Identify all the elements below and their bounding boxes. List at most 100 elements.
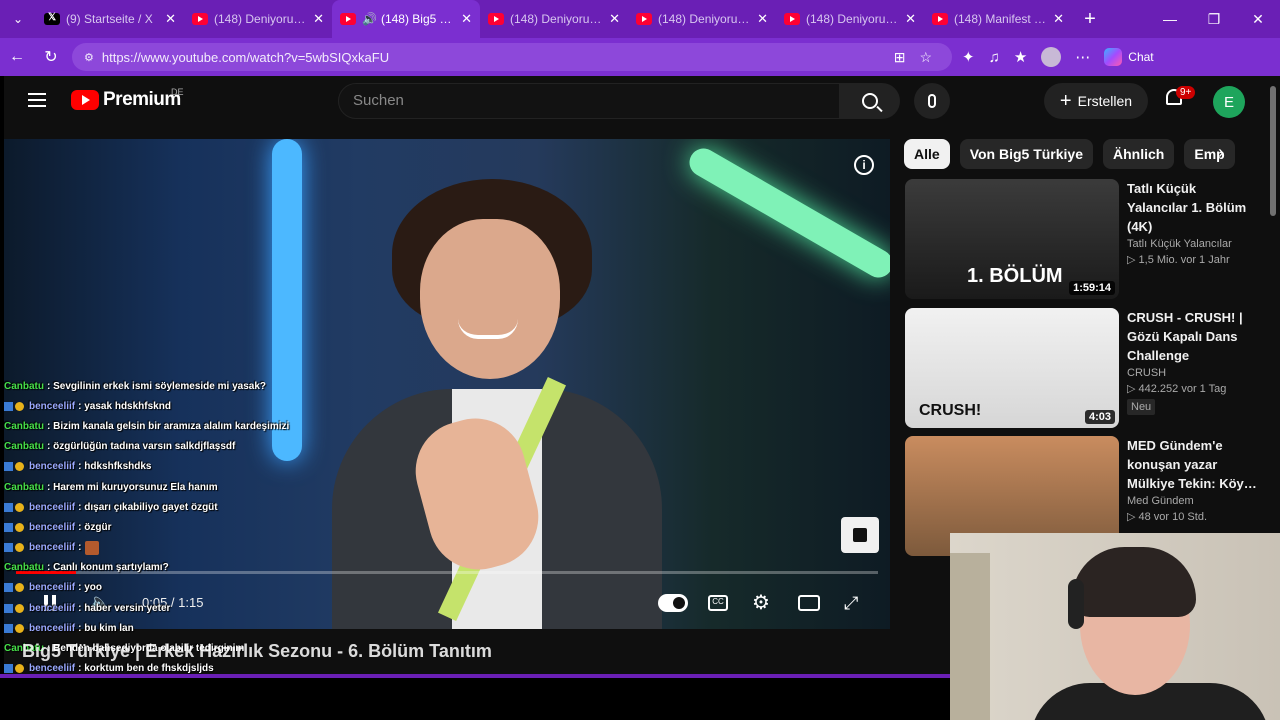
- close-tab-icon[interactable]: ✕: [313, 11, 324, 27]
- tab-2[interactable]: 🔊 (148) Big5 Türk ✕: [332, 0, 480, 38]
- filter-chip[interactable]: Von Big5 Türkiye: [959, 139, 1094, 169]
- extensions-icon[interactable]: ✦: [962, 48, 975, 66]
- back-icon[interactable]: ←: [0, 48, 34, 66]
- chat-text: : özgürlüğün tadına varsın salkdjflaşsdf: [47, 441, 236, 453]
- settings-gear-icon[interactable]: ⚙: [752, 585, 770, 621]
- site-info-icon[interactable]: ⚙: [84, 51, 94, 64]
- favorites-icon[interactable]: ★: [1014, 48, 1027, 66]
- close-tab-icon[interactable]: ✕: [461, 11, 472, 27]
- more-icon[interactable]: ⋯: [1075, 48, 1090, 66]
- subtitles-icon[interactable]: CC: [708, 595, 728, 611]
- minimize-icon[interactable]: —: [1148, 11, 1192, 27]
- chat-text: : bu kim lan: [78, 622, 134, 634]
- close-tab-icon[interactable]: ✕: [165, 11, 176, 27]
- badge-icon: [15, 583, 24, 593]
- tab-title: (148) Big5 Türk: [380, 12, 458, 26]
- microphone-icon: [928, 94, 936, 108]
- info-icon[interactable]: i: [854, 155, 874, 175]
- channel-name[interactable]: Med Gündem: [1127, 495, 1257, 507]
- tab-3[interactable]: (148) Deniyorum, a ✕: [480, 0, 628, 38]
- headphones: [1068, 579, 1084, 629]
- new-badge: Neu: [1127, 399, 1156, 415]
- audio-playing-icon[interactable]: 🔊: [362, 12, 377, 26]
- badge-icon: [15, 522, 24, 532]
- badge-icon: [4, 543, 13, 553]
- chat-text: : yasak hdskhfsknd: [78, 400, 171, 412]
- app-install-icon[interactable]: ⊞: [894, 49, 906, 66]
- channel-name[interactable]: CRUSH: [1127, 367, 1257, 379]
- badge-icon: [15, 543, 24, 553]
- tab-actions-menu-icon[interactable]: ⌄: [0, 0, 36, 38]
- search-input[interactable]: Suchen: [338, 83, 840, 119]
- chat-message: Canbatu: Sevgilinin erkek ismi söylemesi…: [4, 376, 334, 396]
- chat-text: : yoo: [78, 582, 103, 594]
- account-avatar[interactable]: E: [1213, 86, 1245, 118]
- youtube-icon: [932, 13, 948, 25]
- filter-chip[interactable]: Ähnlich: [1103, 139, 1175, 169]
- chat-username: Canbatu: [4, 562, 44, 574]
- close-tab-icon[interactable]: ✕: [757, 11, 768, 27]
- chat-text: : Bizim kanala gelsin bir aramıza alalım…: [47, 420, 290, 432]
- video-thumbnail[interactable]: 1. BÖLÜM 1:59:14: [905, 179, 1119, 299]
- recommendation-title[interactable]: CRUSH - CRUSH! | Gözü Kapalı Dans Challe…: [1127, 308, 1257, 365]
- tab-1[interactable]: (148) Deniyorum, a ✕: [184, 0, 332, 38]
- chat-message: benceeliif: yasak hdskhfsknd: [4, 396, 334, 416]
- tab-4[interactable]: (148) Deniyorum, a ✕: [628, 0, 776, 38]
- youtube-logo[interactable]: Premium DE: [71, 87, 184, 111]
- notification-badge: 9+: [1176, 86, 1196, 99]
- video-thumbnail[interactable]: CRUSH! 4:03: [905, 308, 1119, 428]
- tab-title: (148) Deniyorum, a: [806, 12, 902, 26]
- url-text: https://www.youtube.com/watch?v=5wbSIQxk…: [101, 49, 390, 65]
- profile-avatar[interactable]: [1041, 47, 1062, 67]
- tab-0[interactable]: 𝕏 (9) Startseite / X ✕: [36, 0, 184, 38]
- close-window-icon[interactable]: ✕: [1236, 11, 1280, 28]
- channel-name[interactable]: Tatlı Küçük Yalancılar: [1127, 238, 1257, 250]
- chat-username: benceeliif: [29, 622, 76, 634]
- theater-mode-icon[interactable]: [798, 595, 820, 611]
- badge-icon: [15, 462, 24, 472]
- chat-username: benceeliif: [29, 461, 76, 473]
- close-tab-icon[interactable]: ✕: [609, 11, 620, 27]
- tab-title: (148) Deniyorum, a: [214, 12, 310, 26]
- refresh-icon[interactable]: ↻: [34, 47, 68, 67]
- save-video-button[interactable]: [841, 517, 879, 553]
- close-tab-icon[interactable]: ✕: [905, 11, 916, 27]
- close-tab-icon[interactable]: ✕: [1053, 11, 1064, 27]
- chat-message: benceeliif: hdkshfkshdks: [4, 457, 334, 477]
- chat-emote-icon: [85, 540, 100, 555]
- maximize-icon[interactable]: ❐: [1192, 11, 1236, 28]
- filter-chip[interactable]: Alle: [904, 139, 950, 169]
- filter-chip[interactable]: Emp: [1184, 139, 1235, 169]
- fullscreen-icon[interactable]: ⤢: [844, 585, 858, 621]
- url-field[interactable]: ⚙ https://www.youtube.com/watch?v=5wbSIQ…: [72, 43, 952, 71]
- copilot-icon: [1104, 48, 1123, 66]
- copilot-chat-button[interactable]: Chat: [1104, 48, 1154, 66]
- recommendation-item[interactable]: 1. BÖLÜM 1:59:14 Tatlı Küçük Yalancılar 1.…: [905, 179, 1265, 301]
- voice-search-button[interactable]: [914, 83, 950, 119]
- chat-message: benceeliif: haber versin yeter: [4, 598, 334, 618]
- youtube-icon: [192, 13, 208, 25]
- chat-message: benceeliif: dışarı çıkabiliyo gayet özgü…: [4, 497, 334, 517]
- notifications-button[interactable]: 9+: [1164, 86, 1196, 111]
- tab-title: (148) Deniyorum, a: [510, 12, 606, 26]
- search-button[interactable]: [840, 83, 900, 119]
- media-icon[interactable]: ♫: [989, 49, 1000, 66]
- chevron-right-icon[interactable]: ›: [1218, 142, 1224, 163]
- video-duration: 4:03: [1084, 410, 1115, 424]
- chat-label: Chat: [1128, 50, 1154, 64]
- window-controls: — ❐ ✕: [1148, 0, 1280, 38]
- new-tab-button[interactable]: +: [1072, 8, 1108, 31]
- chat-text: : Sevgilinin erkek ismi söylemeside mi y…: [47, 380, 266, 392]
- tab-5[interactable]: (148) Deniyorum, a ✕: [776, 0, 924, 38]
- recommendation-title[interactable]: Tatlı Küçük Yalancılar 1. Bölüm (4K): [1127, 179, 1257, 236]
- autoplay-toggle[interactable]: [658, 594, 688, 612]
- badge-icon: [4, 583, 13, 593]
- recommendation-title[interactable]: MED Gündem'e konuşan yazar Mülkiye Tekin…: [1127, 436, 1257, 493]
- scrollbar[interactable]: [1270, 86, 1276, 216]
- create-button[interactable]: + Erstellen: [1044, 83, 1148, 119]
- menu-icon[interactable]: [28, 93, 46, 107]
- recommendation-item[interactable]: CRUSH! 4:03 CRUSH - CRUSH! | Gözü Kapalı D…: [905, 308, 1265, 430]
- tab-6[interactable]: (148) Manifest Tra ✕: [924, 0, 1072, 38]
- favorite-star-icon[interactable]: ☆: [919, 49, 932, 66]
- chat-username: Canbatu: [4, 380, 44, 392]
